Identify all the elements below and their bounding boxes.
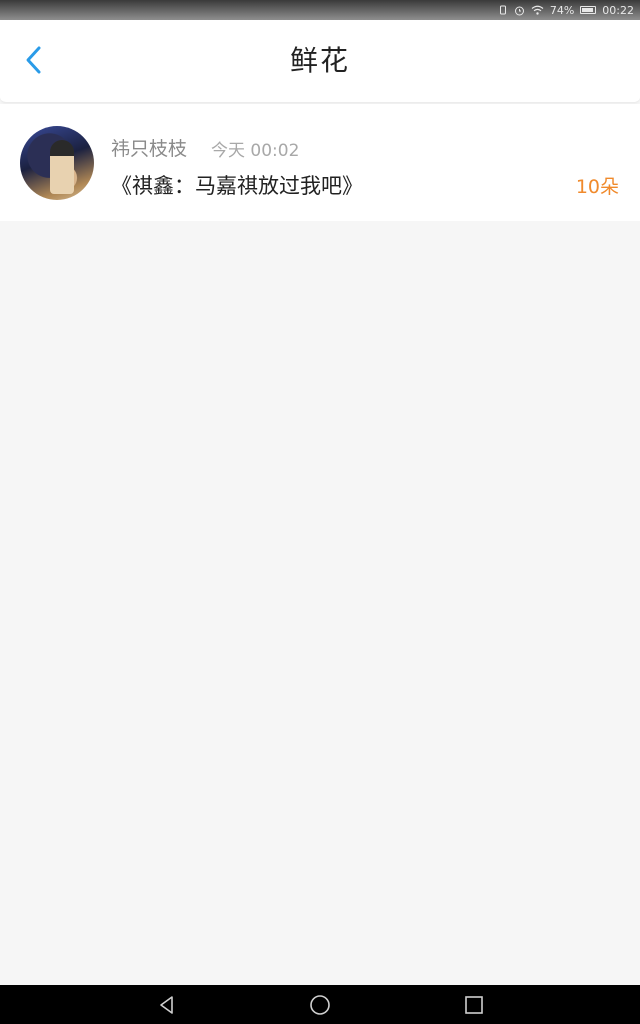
nav-home-button[interactable] bbox=[307, 992, 333, 1018]
back-triangle-icon bbox=[160, 996, 173, 1014]
list-item[interactable]: 祎只枝枝 今天 00:02 《祺鑫：马嘉祺放过我吧》 10朵 bbox=[0, 104, 640, 221]
alarm-icon bbox=[514, 5, 525, 16]
username[interactable]: 祎只枝枝 bbox=[111, 134, 187, 161]
header: 鲜花 bbox=[0, 20, 640, 103]
system-nav-bar bbox=[0, 985, 640, 1024]
flower-record-list: 祎只枝枝 今天 00:02 《祺鑫：马嘉祺放过我吧》 10朵 bbox=[0, 104, 640, 221]
nav-recents-button[interactable] bbox=[461, 992, 487, 1018]
avatar[interactable] bbox=[20, 126, 94, 200]
message-text: 《祺鑫：马嘉祺放过我吧》 bbox=[111, 174, 363, 198]
vibrate-icon bbox=[498, 5, 508, 15]
nav-back-button[interactable] bbox=[154, 992, 180, 1018]
battery-icon bbox=[580, 6, 597, 14]
battery-percent: 74% bbox=[549, 3, 575, 17]
status-time: 00:22 bbox=[602, 3, 634, 17]
flower-count: 10朵 bbox=[575, 176, 619, 198]
page-title: 鲜花 bbox=[289, 44, 350, 77]
recents-square-icon bbox=[465, 996, 483, 1014]
timestamp: 今天 00:02 bbox=[211, 141, 300, 161]
wifi-icon bbox=[531, 5, 544, 15]
status-bar: 74% 00:22 bbox=[0, 0, 640, 20]
avatar-figure bbox=[50, 140, 74, 194]
home-circle-icon bbox=[310, 995, 330, 1015]
